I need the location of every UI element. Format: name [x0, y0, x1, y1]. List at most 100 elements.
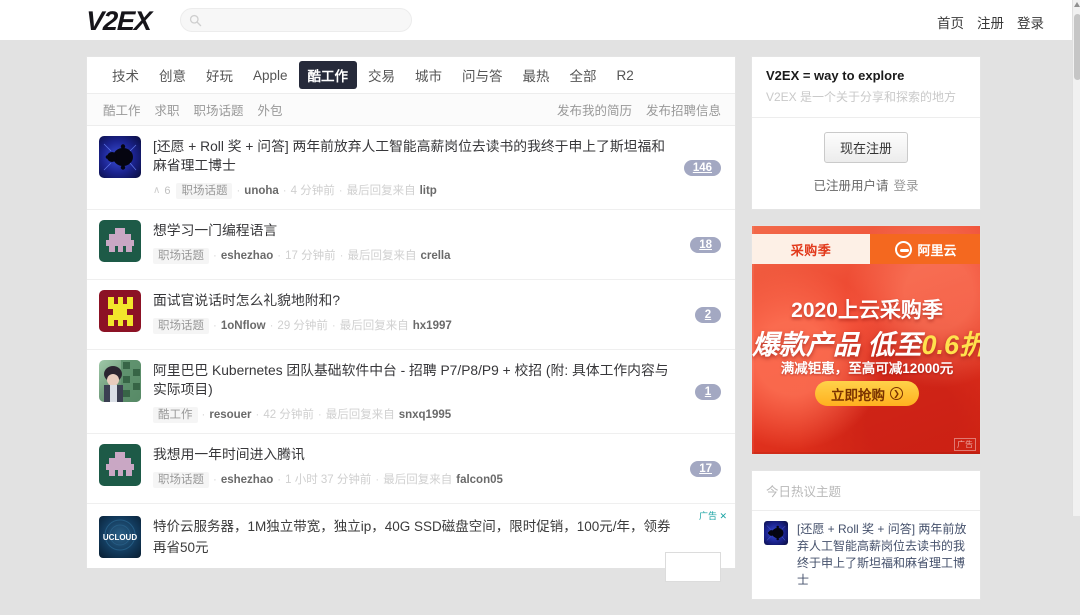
- search-input[interactable]: [207, 11, 402, 29]
- topic-row[interactable]: 想学习一门编程语言 职场话题 · eshezhao · 17 分钟前 · 最后回复来自 crel…: [87, 210, 735, 280]
- topic-node-tag[interactable]: 职场话题: [176, 183, 233, 199]
- topic-node-tag[interactable]: 职场话题: [153, 318, 209, 334]
- topic-author[interactable]: eshezhao: [221, 249, 273, 263]
- topic-node-tag[interactable]: 职场话题: [153, 248, 209, 264]
- topic-meta: 职场话题 · 1oNflow · 29 分钟前 · 最后回复来自 hx1997: [153, 318, 669, 334]
- register-now-button[interactable]: 现在注册: [823, 132, 908, 163]
- topic-author[interactable]: 1oNflow: [221, 319, 266, 333]
- identicon-green-avatar[interactable]: [99, 220, 141, 262]
- meta-separator: ·: [317, 409, 322, 421]
- topic-node-tag[interactable]: 职场话题: [153, 472, 209, 488]
- promo-subtitle: V2EX 是一个关于分享和探索的地方: [766, 90, 957, 104]
- topic-node-tag[interactable]: 酷工作: [153, 407, 198, 423]
- topic-title[interactable]: [还愿 + Roll 奖 + 问答] 两年前放弃人工智能高薪岗位去读书的我终于申…: [153, 137, 669, 175]
- page-scrollbar[interactable]: [1072, 0, 1080, 516]
- meta-separator: ·: [338, 185, 343, 197]
- topic-title[interactable]: 面试官说话时怎么礼貌地附和?: [153, 291, 669, 310]
- topic-timestamp: 4 分钟前: [290, 185, 335, 197]
- svg-text:UCLOUD: UCLOUD: [103, 533, 137, 542]
- category-tab-6[interactable]: 城市: [406, 61, 451, 89]
- top-nav: 首页 注册 登录: [937, 12, 1044, 32]
- category-tab-8[interactable]: 最热: [514, 61, 559, 89]
- topic-body: 我想用一年时间进入腾讯 职场话题 · eshezhao · 1 小时 37 分钟前 · 最后回…: [153, 444, 721, 493]
- reply-count-badge[interactable]: 2: [695, 306, 721, 323]
- topic-body: 阿里巴巴 Kubernetes 团队基础软件中台 - 招聘 P7/P8/P9 +…: [153, 360, 721, 423]
- meta-separator: ·: [201, 409, 206, 421]
- inline-ad-text[interactable]: 特价云服务器，1M独立带宽，独立ip，40G SSD磁盘空间，限时促销，100元…: [153, 516, 721, 558]
- sub-nav-action-0[interactable]: 发布我的简历: [557, 100, 632, 119]
- nav-item-login[interactable]: 登录: [1017, 12, 1044, 32]
- topic-title[interactable]: 我想用一年时间进入腾讯: [153, 445, 669, 464]
- reply-count-badge[interactable]: 1: [695, 383, 721, 400]
- topic-list: [还愿 + Roll 奖 + 问答] 两年前放弃人工智能高薪岗位去读书的我终于申…: [87, 126, 735, 504]
- promo-card: V2EX = way to explore V2EX 是一个关于分享和探索的地方…: [751, 56, 981, 210]
- category-tab-0[interactable]: 技术: [103, 61, 148, 89]
- meta-separator: ·: [213, 250, 217, 262]
- topic-row[interactable]: 我想用一年时间进入腾讯 职场话题 · eshezhao · 1 小时 37 分钟前 · 最后回…: [87, 434, 735, 504]
- topic-votes: 6: [164, 185, 171, 197]
- topic-meta: 职场话题 · eshezhao · 1 小时 37 分钟前 · 最后回复来自 falcon05: [153, 472, 669, 488]
- scroll-up-arrow-icon[interactable]: [1074, 2, 1080, 7]
- mandelbrot-avatar[interactable]: [764, 521, 788, 545]
- reply-count-badge[interactable]: 146: [683, 159, 721, 176]
- meta-separator: ·: [213, 474, 217, 486]
- sidebar-ad-banner[interactable]: 采购季 阿里云 2020上云采购季 爆款产品 低至0.6折 满减钜惠，至高可减1…: [751, 225, 981, 455]
- ad-placeholder-box: [665, 552, 721, 582]
- category-tab-4[interactable]: 酷工作: [298, 61, 358, 89]
- sub-nav-item-2[interactable]: 职场话题: [194, 100, 244, 119]
- last-reply-user[interactable]: litp: [420, 184, 437, 198]
- topic-row[interactable]: 面试官说话时怎么礼貌地附和? 职场话题 · 1oNflow · 29 分钟前 · 最后回复来自…: [87, 280, 735, 350]
- last-reply-user[interactable]: crella: [420, 249, 450, 263]
- sub-nav-item-1[interactable]: 求职: [155, 100, 180, 119]
- ad-discount-unit: 折: [959, 330, 980, 360]
- nav-item-home[interactable]: 首页: [937, 12, 964, 32]
- reply-count-badge[interactable]: 18: [690, 236, 721, 253]
- site-logo[interactable]: V2EX: [85, 6, 151, 37]
- identicon-red-avatar[interactable]: [99, 290, 141, 332]
- topic-row[interactable]: [还愿 + Roll 奖 + 问答] 两年前放弃人工智能高薪岗位去读书的我终于申…: [87, 126, 735, 210]
- sub-nav-item-0[interactable]: 酷工作: [103, 100, 141, 119]
- topic-meta: ∧ 6 职场话题 · unoha · 4 分钟前 · 最后回复来自 litp: [153, 183, 669, 199]
- reply-count-badge[interactable]: 17: [690, 460, 721, 477]
- meta-separator: ·: [236, 185, 241, 197]
- category-tab-9[interactable]: 全部: [561, 61, 606, 89]
- last-reply-user[interactable]: snxq1995: [399, 408, 451, 422]
- mandelbrot-avatar[interactable]: [99, 136, 141, 178]
- photo-avatar[interactable]: [99, 360, 141, 402]
- category-tab-2[interactable]: 好玩: [197, 61, 242, 89]
- category-tab-1[interactable]: 创意: [150, 61, 195, 89]
- signin-prefix: 已注册用户请: [813, 179, 889, 193]
- sub-nav-item-3[interactable]: 外包: [258, 100, 283, 119]
- topic-title[interactable]: 阿里巴巴 Kubernetes 团队基础软件中台 - 招聘 P7/P8/P9 +…: [153, 361, 669, 399]
- sub-nav-right: 发布我的简历 发布招聘信息: [557, 100, 721, 119]
- hot-topic-title[interactable]: [还愿 + Roll 奖 + 问答] 两年前放弃人工智能高薪岗位去读书的我终于申…: [797, 521, 968, 589]
- ad-cta-button[interactable]: 立即抢购 ❯: [815, 381, 919, 406]
- ad-headline-1: 2020上云采购季: [791, 299, 943, 322]
- hot-topic-item[interactable]: [还愿 + Roll 奖 + 问答] 两年前放弃人工智能高薪岗位去读书的我终于申…: [752, 511, 980, 599]
- sub-nav-action-1[interactable]: 发布招聘信息: [646, 100, 721, 119]
- promo-header: V2EX = way to explore V2EX 是一个关于分享和探索的地方: [752, 57, 980, 117]
- signin-link[interactable]: 登录: [894, 179, 919, 193]
- inline-ad-row[interactable]: UCLOUD 特价云服务器，1M独立带宽，独立ip，40G SSD磁盘空间，限时…: [87, 504, 735, 582]
- scrollbar-thumb[interactable]: [1074, 14, 1080, 80]
- topic-title[interactable]: 想学习一门编程语言: [153, 221, 669, 240]
- topic-author[interactable]: eshezhao: [221, 473, 273, 487]
- category-tab-3[interactable]: Apple: [244, 64, 297, 87]
- search-box[interactable]: [180, 8, 412, 32]
- last-reply-user[interactable]: falcon05: [456, 473, 503, 487]
- identicon-green-avatar[interactable]: [99, 444, 141, 486]
- topic-meta: 酷工作 · resouer · 42 分钟前 · 最后回复来自 snxq1995: [153, 407, 669, 423]
- sidebar: V2EX = way to explore V2EX 是一个关于分享和探索的地方…: [751, 56, 981, 615]
- last-reply-user[interactable]: hx1997: [413, 319, 452, 333]
- topic-row[interactable]: 阿里巴巴 Kubernetes 团队基础软件中台 - 招聘 P7/P8/P9 +…: [87, 350, 735, 434]
- category-tab-10[interactable]: R2: [608, 64, 643, 87]
- meta-separator: ·: [269, 320, 274, 332]
- topic-author[interactable]: unoha: [244, 184, 279, 198]
- promo-body: 现在注册 已注册用户请 登录: [752, 117, 980, 209]
- nav-item-register[interactable]: 注册: [977, 12, 1004, 32]
- category-tab-7[interactable]: 问与答: [453, 61, 512, 89]
- category-tab-5[interactable]: 交易: [359, 61, 404, 89]
- meta-separator: ·: [375, 474, 380, 486]
- topic-author[interactable]: resouer: [209, 408, 251, 422]
- topic-meta: 职场话题 · eshezhao · 17 分钟前 · 最后回复来自 crella: [153, 248, 669, 264]
